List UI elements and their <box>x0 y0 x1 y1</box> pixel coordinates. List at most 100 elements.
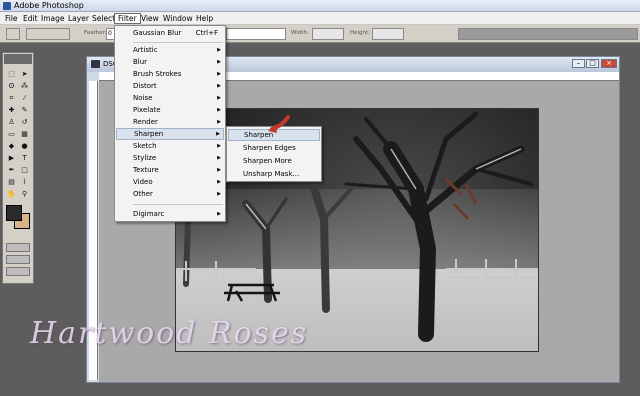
menu-item-label: Pixelate <box>133 106 161 114</box>
width-input[interactable] <box>312 28 344 40</box>
menu-file[interactable]: File <box>2 13 21 24</box>
submenu-arrow-icon: ▶ <box>217 179 221 185</box>
gradient-icon[interactable]: ▦ <box>19 129 30 139</box>
menu-item-stylize[interactable]: Stylize ▶ <box>116 152 224 164</box>
menu-item-label: Render <box>133 118 158 126</box>
menu-item-blur[interactable]: Blur ▶ <box>116 56 224 68</box>
clone-stamp-icon[interactable]: ♙ <box>6 117 17 127</box>
minimize-button[interactable]: – <box>572 59 585 68</box>
style-select[interactable] <box>226 28 286 40</box>
type-icon[interactable]: T <box>19 153 30 163</box>
marquee-tool-icon[interactable] <box>6 28 20 40</box>
menu-item-label: Texture <box>133 166 159 174</box>
submenu-arrow-icon: ▶ <box>217 83 221 89</box>
menu-item-label: Stylize <box>133 154 157 162</box>
submenu-arrow-icon: ▶ <box>217 143 221 149</box>
hand-icon[interactable]: ✋ <box>6 189 17 199</box>
jump-to-imageready-button[interactable] <box>6 267 30 276</box>
brush-icon[interactable]: ✎ <box>19 105 30 115</box>
app-title: Adobe Photoshop <box>14 1 84 10</box>
path-selection-icon[interactable]: ▶ <box>6 153 17 163</box>
slice-icon[interactable]: ⁄ <box>19 93 30 103</box>
magic-wand-icon[interactable]: ⁂ <box>19 81 30 91</box>
height-label: Height: <box>350 30 371 36</box>
menu-item-brush-strokes[interactable]: Brush Strokes ▶ <box>116 68 224 80</box>
healing-brush-icon[interactable]: ✚ <box>6 105 17 115</box>
menu-item-label: Gaussian Blur <box>133 29 182 37</box>
submenu-arrow-icon: ▶ <box>217 191 221 197</box>
options-bar: Feather: 0 Width: Height: <box>0 25 640 43</box>
marquee-icon[interactable]: ⬚ <box>6 69 17 79</box>
menu-item-label: Video <box>133 178 153 186</box>
watermark-signature: Hartwood Roses <box>30 316 309 351</box>
submenu-arrow-icon: ▶ <box>217 47 221 53</box>
submenu-arrow-icon: ▶ <box>217 167 221 173</box>
menu-item-label: Sketch <box>133 142 157 150</box>
menu-item-label: Noise <box>133 94 153 102</box>
menu-image[interactable]: Image <box>38 13 68 24</box>
menu-item-sketch[interactable]: Sketch ▶ <box>116 140 224 152</box>
menu-help[interactable]: Help <box>193 13 216 24</box>
menu-item-distort[interactable]: Distort ▶ <box>116 80 224 92</box>
menu-item-other[interactable]: Other ▶ <box>116 188 224 200</box>
screen-mode-buttons[interactable] <box>6 255 30 264</box>
submenu-item-label: Sharpen Edges <box>243 144 296 152</box>
menu-item-render[interactable]: Render ▶ <box>116 116 224 128</box>
menu-window[interactable]: Window <box>160 13 196 24</box>
submenu-item-label: Unsharp Mask... <box>243 170 300 178</box>
blur-icon[interactable]: ◆ <box>6 141 17 151</box>
menu-item-pixelate[interactable]: Pixelate ▶ <box>116 104 224 116</box>
submenu-arrow-icon: ▶ <box>217 59 221 65</box>
maximize-button[interactable]: □ <box>586 59 599 68</box>
shortcut-label: Ctrl+F <box>195 29 218 37</box>
menu-bar: File Edit Image Layer Select Filter View… <box>0 12 640 25</box>
shape-icon[interactable]: □ <box>19 165 30 175</box>
foreground-color-swatch[interactable] <box>6 205 22 221</box>
menu-filter[interactable]: Filter <box>114 13 141 24</box>
eraser-icon[interactable]: ▭ <box>6 129 17 139</box>
menu-item-video[interactable]: Video ▶ <box>116 176 224 188</box>
menu-item-label: Distort <box>133 82 157 90</box>
eyedropper-icon[interactable]: ⌇ <box>19 177 30 187</box>
close-button[interactable]: × <box>601 59 617 68</box>
menu-separator <box>133 204 223 205</box>
menu-item-digimarc[interactable]: Digimarc ▶ <box>116 208 224 220</box>
submenu-item-unsharp-mask[interactable]: Unsharp Mask... <box>228 168 320 180</box>
menu-item-texture[interactable]: Texture ▶ <box>116 164 224 176</box>
notes-icon[interactable]: ▤ <box>6 177 17 187</box>
submenu-arrow-icon: ▶ <box>217 107 221 113</box>
menu-view[interactable]: View <box>138 13 162 24</box>
crop-icon[interactable]: ⌗ <box>6 93 17 103</box>
submenu-arrow-icon: ▶ <box>217 71 221 77</box>
menu-item-gaussian-blur[interactable]: Gaussian Blur Ctrl+F <box>116 27 224 39</box>
menu-layer[interactable]: Layer <box>65 13 92 24</box>
zoom-icon[interactable]: ⚲ <box>19 189 30 199</box>
menu-item-label: Digimarc <box>133 210 165 218</box>
submenu-item-sharpen-more[interactable]: Sharpen More <box>228 155 320 167</box>
menu-item-label: Other <box>133 190 153 198</box>
menu-item-label: Sharpen <box>134 130 164 138</box>
quick-mask-buttons[interactable] <box>6 243 30 252</box>
selection-mode-buttons[interactable] <box>26 28 70 40</box>
menu-item-label: Brush Strokes <box>133 70 182 78</box>
submenu-item-sharpen-edges[interactable]: Sharpen Edges <box>228 142 320 154</box>
menu-item-noise[interactable]: Noise ▶ <box>116 92 224 104</box>
pen-icon[interactable]: ✒ <box>6 165 17 175</box>
submenu-item-label: Sharpen More <box>243 157 292 165</box>
menu-item-artistic[interactable]: Artistic ▶ <box>116 44 224 56</box>
photoshop-app-icon <box>3 2 11 10</box>
title-bar: Adobe Photoshop <box>0 0 640 12</box>
palette-well[interactable] <box>458 28 638 40</box>
submenu-arrow-icon: ▶ <box>217 211 221 217</box>
lasso-icon[interactable]: ʘ <box>6 81 17 91</box>
move-icon[interactable]: ➤ <box>19 69 30 79</box>
menu-item-label: Artistic <box>133 46 158 54</box>
red-arrow-pointer-icon <box>268 115 290 133</box>
menu-separator <box>133 42 223 43</box>
height-input[interactable] <box>372 28 404 40</box>
menu-item-sharpen[interactable]: Sharpen ▶ <box>116 128 224 140</box>
toolbox-header <box>4 54 32 64</box>
dodge-icon[interactable]: ● <box>19 141 30 151</box>
filter-menu: Gaussian Blur Ctrl+F Artistic ▶ Blur ▶ Brus… <box>114 25 226 222</box>
history-brush-icon[interactable]: ↺ <box>19 117 30 127</box>
